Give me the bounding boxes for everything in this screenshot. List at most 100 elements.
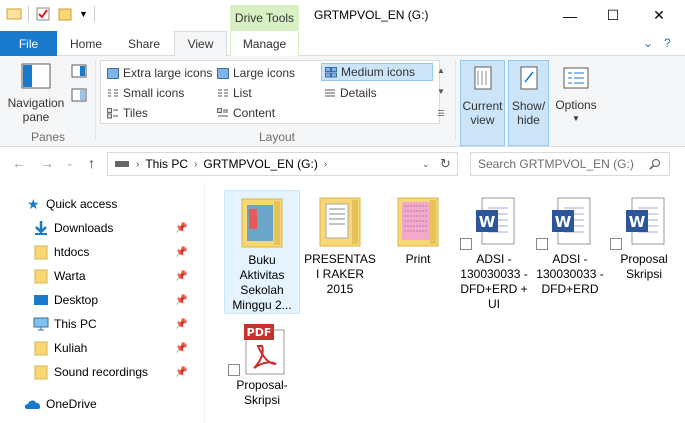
details-pane-icon[interactable] <box>71 88 87 102</box>
new-folder-icon[interactable] <box>57 6 73 22</box>
file-item-folder[interactable]: Buku Aktivitas Sekolah Minggu 2... <box>224 190 300 314</box>
pin-icon[interactable]: 📌 <box>175 223 187 234</box>
layout-content[interactable]: Content <box>214 104 278 122</box>
nav-item-downloads[interactable]: Downloads 📌 <box>0 216 195 240</box>
pin-icon[interactable]: 📌 <box>175 343 187 354</box>
file-item-pdf-shortcut[interactable]: PDF Proposal-Skripsi <box>224 316 300 408</box>
pin-icon[interactable]: 📌 <box>175 247 187 258</box>
layout-extra-large-icons[interactable]: Extra large icons <box>104 64 215 82</box>
pin-icon[interactable]: 📌 <box>175 295 187 306</box>
forward-icon[interactable]: → <box>40 155 54 171</box>
expand-gallery-icon[interactable]: ☰ <box>437 109 444 118</box>
shortcut-arrow-icon <box>228 364 240 376</box>
refresh-icon[interactable]: ↻ <box>440 156 451 172</box>
preview-pane-icon[interactable] <box>71 64 87 78</box>
breadcrumb-drive[interactable]: GRTMPVOL_EN (G:) <box>203 157 317 171</box>
nav-item-sound-recordings[interactable]: Sound recordings 📌 <box>0 360 195 384</box>
file-item-folder[interactable]: PRESENTASI RAKER 2015 <box>302 190 378 297</box>
file-item-folder[interactable]: Print <box>380 190 456 267</box>
search-input[interactable]: Search GRTMPVOL_EN (G:) <box>470 152 670 176</box>
breadcrumb-separator-icon[interactable]: › <box>194 159 197 170</box>
file-item-word-shortcut[interactable]: W Proposal Skripsi <box>606 190 682 282</box>
pin-icon[interactable]: 📌 <box>175 271 187 282</box>
shortcut-arrow-icon <box>460 238 472 250</box>
nav-item-label: Sound recordings <box>54 365 149 379</box>
nav-item-label: htdocs <box>54 245 90 259</box>
recent-locations-icon[interactable]: ⌄ <box>66 158 74 169</box>
address-bar[interactable]: › This PC › GRTMPVOL_EN (G:) › ⌄ ↻ <box>107 152 458 176</box>
ribbon: Navigation pane Panes Extra large icons … <box>0 56 685 147</box>
address-dropdown-icon[interactable]: ⌄ <box>422 159 430 170</box>
up-icon[interactable]: ↑ <box>88 155 95 171</box>
layout-list[interactable]: List <box>214 84 255 102</box>
tab-view[interactable]: View <box>174 31 227 57</box>
layout-small-icons[interactable]: Small icons <box>104 84 187 102</box>
show-hide-label-2: hide <box>517 113 540 127</box>
nav-quick-access[interactable]: ★ Quick access <box>0 192 195 216</box>
scroll-down-icon[interactable]: ▼ <box>437 87 445 96</box>
pin-icon[interactable]: 📌 <box>175 367 187 378</box>
layout-medium-icons[interactable]: Medium icons <box>321 63 433 81</box>
file-item-word-shortcut[interactable]: W ADSI - 130030033 - DFD+ERD <box>532 190 608 297</box>
tab-home[interactable]: Home <box>62 31 110 56</box>
content-icon <box>217 107 228 116</box>
options-button[interactable]: Options ▼ <box>553 60 599 126</box>
tab-manage[interactable]: Manage <box>230 31 299 56</box>
properties-icon[interactable] <box>35 6 51 22</box>
show-hide-button[interactable]: Show/ hide <box>508 60 549 146</box>
layout-option-label: List <box>233 86 252 100</box>
show-hide-label-1: Show/ <box>511 99 546 113</box>
nav-item-desktop[interactable]: Desktop 📌 <box>0 288 195 312</box>
folder-icon <box>34 245 48 260</box>
nav-item-warta[interactable]: Warta 📌 <box>0 264 195 288</box>
nav-item-kuliah[interactable]: Kuliah 📌 <box>0 336 195 360</box>
file-name: Proposal-Skripsi <box>236 378 288 407</box>
layout-large-icons[interactable]: Large icons <box>214 64 298 82</box>
layout-tiles[interactable]: Tiles <box>104 104 151 122</box>
file-item-word-shortcut[interactable]: W ADSI - 130030033 - DFD+ERD + UI <box>456 190 532 312</box>
options-label: Options <box>555 98 597 112</box>
scroll-up-icon[interactable]: ▲ <box>437 66 445 75</box>
tab-file[interactable]: File <box>0 31 57 56</box>
word-document-icon: W <box>610 194 672 250</box>
navigation-pane-label-1: Navigation <box>7 96 65 110</box>
close-button[interactable]: ✕ <box>636 0 682 31</box>
back-icon[interactable]: ← <box>12 155 26 171</box>
title-bar: ▼ Drive Tools GRTMPVOL_EN (G:) — ☐ ✕ <box>0 0 685 31</box>
options-dropdown-icon: ▼ <box>572 114 580 123</box>
nav-item-htdocs[interactable]: htdocs 📌 <box>0 240 195 264</box>
svg-text:W: W <box>555 213 572 231</box>
drive-tools-label: Drive Tools <box>230 5 299 31</box>
breadcrumb-this-pc[interactable]: This PC <box>145 157 188 171</box>
qat-dropdown-icon[interactable]: ▼ <box>79 9 88 19</box>
layout-group-label: Layout <box>258 130 296 144</box>
large-icons-icon <box>217 67 229 79</box>
current-view-button[interactable]: Current view <box>460 60 505 146</box>
details-icon <box>325 89 335 96</box>
layout-option-label: Extra large icons <box>123 66 213 80</box>
onedrive-icon <box>24 400 41 409</box>
panes-group-label: Panes <box>30 130 66 144</box>
nav-item-label: Desktop <box>54 293 99 307</box>
minimize-button[interactable]: — <box>547 0 593 31</box>
folder-icon <box>34 341 48 356</box>
tab-share[interactable]: Share <box>118 31 170 56</box>
layout-details[interactable]: Details <box>321 84 380 102</box>
nav-onedrive[interactable]: OneDrive <box>0 392 195 416</box>
pin-icon[interactable]: 📌 <box>175 319 187 330</box>
collapse-ribbon-icon[interactable]: ⌄ <box>643 36 653 50</box>
nav-item-this-pc[interactable]: This PC 📌 <box>0 312 195 336</box>
search-placeholder: Search GRTMPVOL_EN (G:) <box>478 157 634 171</box>
extra-large-icons-icon <box>107 67 119 79</box>
breadcrumb-separator-icon[interactable]: › <box>324 159 327 170</box>
navigation-pane-button[interactable]: Navigation pane <box>6 60 66 124</box>
layout-gallery-scroll[interactable]: ▲ ▼ ☰ <box>434 60 448 124</box>
navigation-pane-icon <box>21 63 51 89</box>
maximize-button[interactable]: ☐ <box>590 0 636 31</box>
nav-item-label: OneDrive <box>46 397 97 411</box>
help-icon[interactable]: ? <box>664 36 671 50</box>
navigation-pane-label-2: pane <box>22 110 50 124</box>
options-icon <box>563 67 589 89</box>
svg-text:W: W <box>479 213 496 231</box>
star-icon: ★ <box>27 195 40 212</box>
